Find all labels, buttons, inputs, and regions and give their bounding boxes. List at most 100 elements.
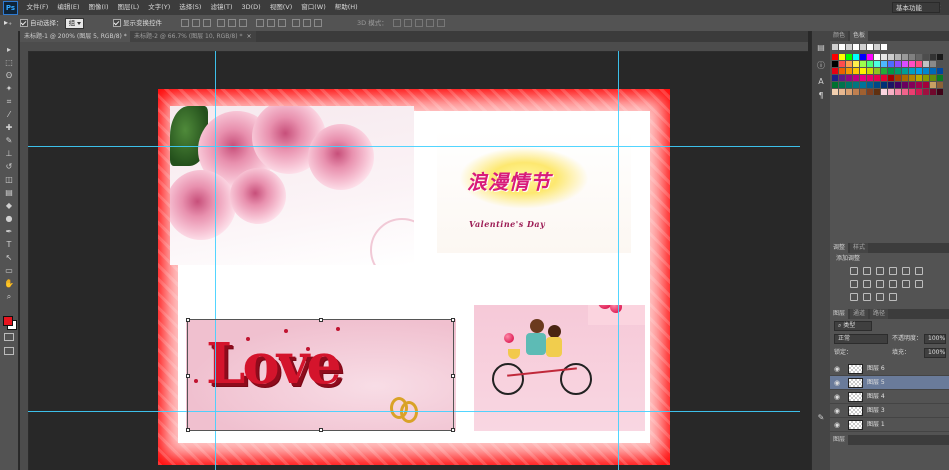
menu-item[interactable]: 视图(V) bbox=[265, 0, 297, 15]
swatch[interactable] bbox=[853, 44, 859, 50]
swatch[interactable] bbox=[832, 68, 838, 74]
show-transform-option[interactable]: 显示变换控件 bbox=[113, 15, 162, 31]
swatch[interactable] bbox=[853, 61, 859, 67]
transform-handle[interactable] bbox=[186, 374, 190, 378]
swatch[interactable] bbox=[888, 54, 894, 60]
menu-item[interactable]: 图像(I) bbox=[84, 0, 113, 15]
invert-icon[interactable] bbox=[915, 280, 923, 288]
swatch[interactable] bbox=[930, 89, 936, 95]
fill-input[interactable]: 100% bbox=[924, 348, 946, 358]
swatch[interactable] bbox=[930, 61, 936, 67]
swatch[interactable] bbox=[881, 75, 887, 81]
swatch[interactable] bbox=[832, 54, 838, 60]
swatch[interactable] bbox=[860, 68, 866, 74]
swatch[interactable] bbox=[937, 89, 943, 95]
opacity-input[interactable]: 100% bbox=[924, 334, 946, 344]
history-panel-icon[interactable]: ▤ bbox=[816, 43, 826, 53]
blur-tool-icon[interactable]: ◆ bbox=[3, 201, 15, 211]
swatch[interactable] bbox=[867, 61, 873, 67]
swatch[interactable] bbox=[853, 89, 859, 95]
menu-item[interactable]: 图层(L) bbox=[113, 0, 144, 15]
swatch[interactable] bbox=[930, 82, 936, 88]
swatch[interactable] bbox=[867, 54, 873, 60]
auto-select-checkbox[interactable] bbox=[20, 19, 28, 27]
close-tab-icon[interactable]: × bbox=[246, 33, 251, 40]
swatch[interactable] bbox=[888, 61, 894, 67]
swatch[interactable] bbox=[860, 75, 866, 81]
swatch[interactable] bbox=[853, 68, 859, 74]
swatch[interactable] bbox=[923, 54, 929, 60]
dodge-tool-icon[interactable]: ● bbox=[3, 214, 15, 224]
swatch[interactable] bbox=[839, 89, 845, 95]
quick-mask-icon[interactable] bbox=[4, 333, 14, 341]
levels-icon[interactable] bbox=[863, 267, 871, 275]
swatch[interactable] bbox=[902, 61, 908, 67]
visibility-eye-icon[interactable]: ◉ bbox=[834, 379, 842, 387]
swatch[interactable] bbox=[916, 75, 922, 81]
menu-item[interactable]: 窗口(W) bbox=[297, 0, 331, 15]
swatch[interactable] bbox=[846, 82, 852, 88]
tab-adjustments[interactable]: 调整 bbox=[830, 243, 849, 253]
layer-kind-filter[interactable]: ⌕ 类型 bbox=[834, 321, 872, 331]
transform-handle[interactable] bbox=[451, 318, 455, 322]
distribute-right-icon[interactable] bbox=[314, 19, 322, 27]
type-tool-icon[interactable]: T bbox=[3, 240, 15, 250]
pan-3d-icon[interactable] bbox=[415, 19, 423, 27]
swatch[interactable] bbox=[895, 89, 901, 95]
swatch[interactable] bbox=[923, 82, 929, 88]
distribute-vcenter-icon[interactable] bbox=[267, 19, 275, 27]
visibility-eye-icon[interactable]: ◉ bbox=[834, 407, 842, 415]
character-panel-icon[interactable]: A bbox=[816, 77, 826, 87]
distribute-bottom-icon[interactable] bbox=[278, 19, 286, 27]
swatch[interactable] bbox=[874, 54, 880, 60]
swatches-grid[interactable] bbox=[832, 44, 947, 106]
auto-select-option[interactable]: 自动选择： 组 bbox=[20, 15, 85, 31]
roll-3d-icon[interactable] bbox=[404, 19, 412, 27]
swatch[interactable] bbox=[930, 54, 936, 60]
tab-channels[interactable]: 通道 bbox=[850, 309, 869, 319]
swatch[interactable] bbox=[888, 68, 894, 74]
swatch[interactable] bbox=[916, 61, 922, 67]
transform-handle[interactable] bbox=[319, 318, 323, 322]
swatch[interactable] bbox=[916, 68, 922, 74]
swatch[interactable] bbox=[881, 89, 887, 95]
zoom-tool-icon[interactable]: ⌕ bbox=[3, 292, 15, 302]
layer-row[interactable]: ◉ 图层 5 bbox=[830, 376, 949, 390]
curves-icon[interactable] bbox=[876, 267, 884, 275]
visibility-eye-icon[interactable]: ◉ bbox=[834, 393, 842, 401]
gradient-map-icon[interactable] bbox=[876, 293, 884, 301]
swatch[interactable] bbox=[832, 75, 838, 81]
workspace-switcher[interactable]: 基本功能 bbox=[892, 2, 940, 13]
swatch[interactable] bbox=[867, 75, 873, 81]
swatch[interactable] bbox=[839, 75, 845, 81]
healing-tool-icon[interactable]: ✚ bbox=[3, 123, 15, 133]
swatch[interactable] bbox=[881, 82, 887, 88]
distribute-left-icon[interactable] bbox=[292, 19, 300, 27]
black-white-icon[interactable] bbox=[863, 280, 871, 288]
swatch[interactable] bbox=[895, 61, 901, 67]
tab-color[interactable]: 颜色 bbox=[830, 31, 849, 41]
swatch[interactable] bbox=[909, 68, 915, 74]
show-transform-checkbox[interactable] bbox=[113, 19, 121, 27]
swatch[interactable] bbox=[895, 68, 901, 74]
swatch[interactable] bbox=[846, 44, 852, 50]
swatch[interactable] bbox=[860, 61, 866, 67]
swatch[interactable] bbox=[895, 75, 901, 81]
swatch[interactable] bbox=[909, 82, 915, 88]
menu-item[interactable]: 选择(S) bbox=[175, 0, 206, 15]
swatch[interactable] bbox=[902, 54, 908, 60]
swatch[interactable] bbox=[832, 89, 838, 95]
hand-tool-icon[interactable]: ✋ bbox=[3, 279, 15, 289]
swatch[interactable] bbox=[881, 61, 887, 67]
transform-handle[interactable] bbox=[319, 428, 323, 432]
swatch[interactable] bbox=[937, 82, 943, 88]
swatch[interactable] bbox=[874, 75, 880, 81]
distribute-top-icon[interactable] bbox=[256, 19, 264, 27]
swatch[interactable] bbox=[895, 82, 901, 88]
menu-item[interactable]: 滤镜(T) bbox=[206, 0, 237, 15]
color-balance-icon[interactable] bbox=[850, 280, 858, 288]
swatch[interactable] bbox=[874, 82, 880, 88]
tab-paths[interactable]: 路径 bbox=[870, 309, 889, 319]
swatch[interactable] bbox=[937, 68, 943, 74]
tab-layers[interactable]: 图层 bbox=[830, 309, 849, 319]
